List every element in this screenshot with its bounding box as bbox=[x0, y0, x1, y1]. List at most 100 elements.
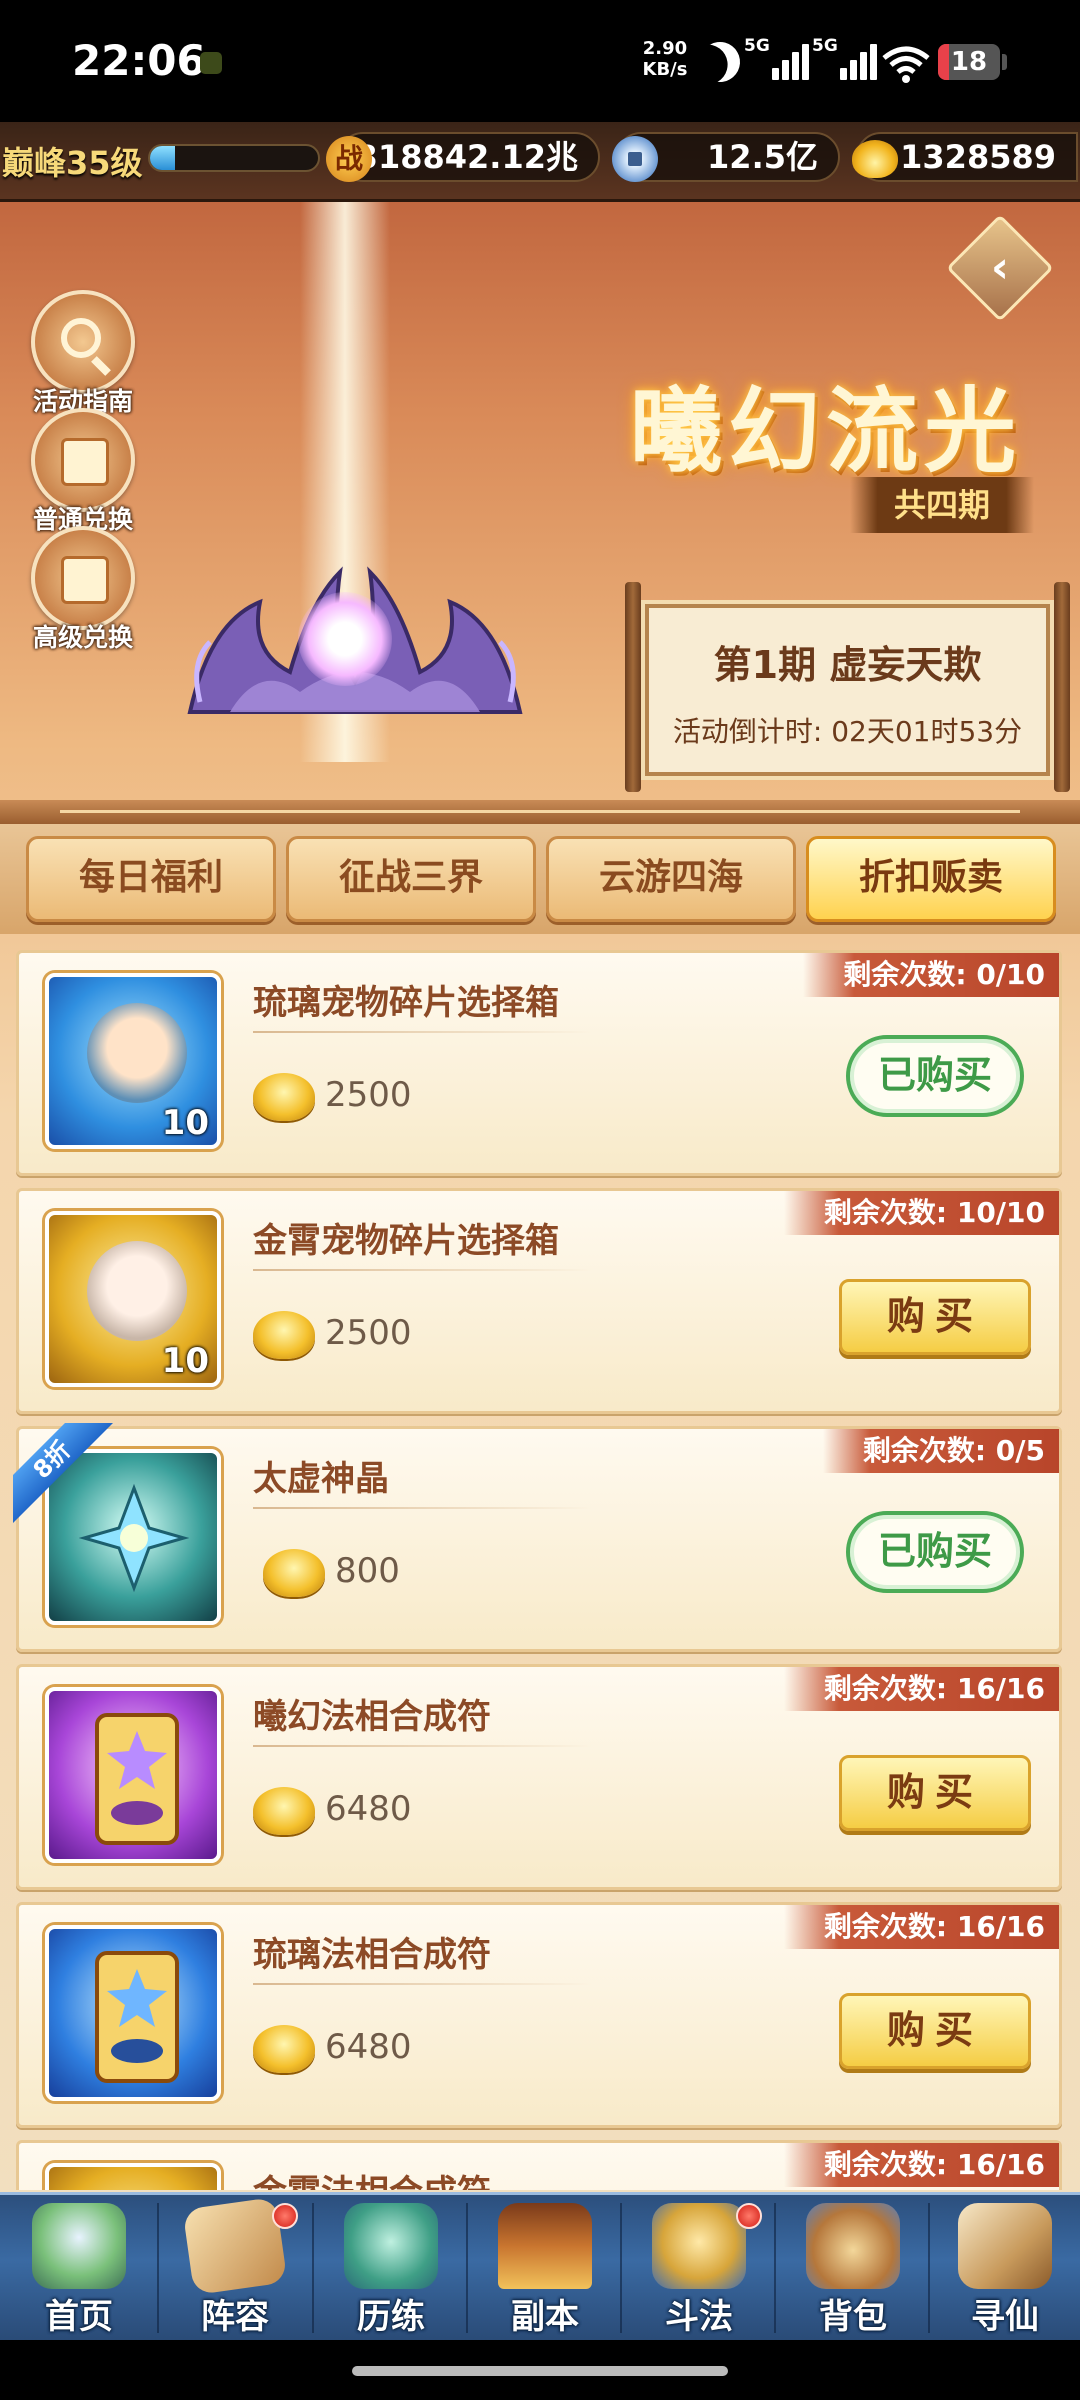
purchased-button: 已购买 bbox=[846, 1511, 1024, 1593]
discount-label: 8折 bbox=[13, 1423, 113, 1523]
event-countdown: 活动倒计时: 02天01时53分 bbox=[672, 715, 1023, 748]
item-name: 太虚神晶 bbox=[253, 1459, 389, 1499]
gold-ingot-icon bbox=[253, 1787, 315, 1835]
event-scene: 巅峰35级 318842.12兆 战 12.5亿 1328589 ‹ 活动指南 … bbox=[0, 122, 1080, 2192]
shop-item-glazed-talisman: 琉璃法相合成符 6480 剩余次数: 16/16 购买 bbox=[16, 1902, 1062, 2128]
remaining-purchases: 剩余次数: 16/16 bbox=[783, 1905, 1059, 1949]
bag-icon bbox=[806, 2203, 900, 2289]
network-speed-value: 2.90 bbox=[642, 38, 688, 59]
nav-dungeon-label: 副本 bbox=[511, 2297, 579, 2337]
home-indicator[interactable] bbox=[352, 2366, 728, 2376]
item-name: 金霄宠物碎片选择箱 bbox=[253, 1221, 559, 1261]
nav-lineup[interactable]: 阵容 bbox=[160, 2195, 310, 2343]
nav-bag-label: 背包 bbox=[819, 2297, 887, 2337]
gold-ingot-icon bbox=[263, 1549, 325, 1597]
nav-lineup-label: 阵容 bbox=[201, 2297, 269, 2337]
shop-item-glazed-pet-box: 10 琉璃宠物碎片选择箱 2500 剩余次数: 0/10 已购买 bbox=[16, 950, 1062, 1176]
back-button[interactable]: ‹ bbox=[946, 214, 1054, 322]
nav-training-label: 历练 bbox=[357, 2297, 425, 2337]
network-speed: 2.90 KB/s bbox=[640, 38, 690, 80]
item-price: 2500 bbox=[325, 1313, 412, 1353]
shop-item-golden-talisman: 金霄法相合成符 剩余次数: 16/16 bbox=[16, 2140, 1062, 2190]
gift-icon bbox=[61, 556, 109, 604]
remaining-purchases: 剩余次数: 0/5 bbox=[822, 1429, 1059, 1473]
power-value: 318842.12兆 bbox=[355, 138, 578, 176]
bottom-navigation: 首页 阵容 历练 副本 斗法 背包 寻仙 bbox=[0, 2192, 1080, 2340]
tab-discount-sale[interactable]: 折扣贩卖 bbox=[806, 836, 1056, 922]
glowing-orb bbox=[298, 592, 392, 686]
battle-crest-icon bbox=[652, 2203, 746, 2289]
power-display: 318842.12兆 bbox=[338, 132, 600, 182]
nav-home[interactable]: 首页 bbox=[4, 2195, 154, 2343]
nav-training[interactable]: 历练 bbox=[316, 2195, 466, 2343]
remaining-purchases: 剩余次数: 0/10 bbox=[803, 953, 1059, 997]
signal-2-icon: 5G bbox=[812, 36, 877, 84]
advanced-exchange-label: 高级兑换 bbox=[32, 623, 133, 652]
signal-1-icon: 5G bbox=[744, 36, 809, 84]
advanced-exchange-button[interactable]: 高级兑换 bbox=[28, 526, 138, 654]
home-mountain-icon bbox=[32, 2203, 126, 2289]
copper-coin-icon bbox=[612, 136, 658, 182]
item-count: 10 bbox=[161, 1103, 209, 1143]
buy-button[interactable]: 购买 bbox=[839, 1279, 1031, 1355]
item-price: 800 bbox=[335, 1551, 400, 1591]
notification-dot-icon bbox=[200, 52, 222, 74]
event-tabs: 每日福利 征战三界 云游四海 折扣贩卖 bbox=[0, 824, 1080, 934]
gold-ingot-icon bbox=[253, 2025, 315, 2073]
box-icon bbox=[61, 438, 109, 486]
network-speed-unit: KB/s bbox=[642, 59, 688, 80]
event-period-count: 共四期 bbox=[850, 477, 1034, 533]
game-screen: 22:06 2.90 KB/s 5G 5G 18 巅峰35级 318842.12… bbox=[0, 0, 1080, 2400]
do-not-disturb-moon-icon bbox=[693, 35, 748, 90]
nav-dungeon[interactable]: 副本 bbox=[470, 2195, 620, 2343]
signal-1-label: 5G bbox=[744, 36, 770, 56]
remaining-purchases: 剩余次数: 16/16 bbox=[783, 2143, 1059, 2187]
activity-guide-button[interactable]: 活动指南 bbox=[28, 290, 138, 418]
buy-button[interactable]: 购买 bbox=[839, 1755, 1031, 1831]
shop-item-radiant-talisman: 曦幻法相合成符 6480 剩余次数: 16/16 购买 bbox=[16, 1664, 1062, 1890]
shop-item-list[interactable]: 10 琉璃宠物碎片选择箱 2500 剩余次数: 0/10 已购买 10 金霄宠物… bbox=[0, 950, 1080, 2190]
item-price: 6480 bbox=[325, 2027, 412, 2067]
discount-badge: 8折 bbox=[13, 1423, 113, 1523]
item-count: 10 bbox=[161, 1341, 209, 1381]
remaining-purchases: 剩余次数: 16/16 bbox=[783, 1667, 1059, 1711]
event-phase-title: 第1期 虚妄天欺 bbox=[713, 643, 982, 687]
tab-conquer-realms[interactable]: 征战三界 bbox=[286, 836, 536, 922]
coin-value: 12.5亿 bbox=[707, 138, 818, 176]
nav-seek-immortal-label: 寻仙 bbox=[971, 2297, 1039, 2337]
status-time: 22:06 bbox=[72, 36, 206, 85]
ingot-value: 1328589 bbox=[900, 138, 1056, 176]
lineup-badge bbox=[272, 2203, 298, 2229]
nav-battle-label: 斗法 bbox=[665, 2297, 733, 2337]
signal-2-label: 5G bbox=[812, 36, 838, 56]
training-turtle-icon bbox=[344, 2203, 438, 2289]
item-price: 2500 bbox=[325, 1075, 412, 1115]
item-name: 金霄法相合成符 bbox=[253, 2165, 491, 2190]
player-level: 巅峰35级 bbox=[2, 144, 143, 182]
item-name: 琉璃宠物碎片选择箱 bbox=[253, 983, 559, 1023]
dungeon-gate-icon bbox=[498, 2203, 592, 2289]
battery-level: 18 bbox=[950, 47, 988, 77]
event-title: 曦幻流光 bbox=[630, 378, 1023, 485]
resource-bar: 巅峰35级 318842.12兆 战 12.5亿 1328589 bbox=[0, 122, 1080, 202]
shop-item-void-crystal: 8折 太虚神晶 800 剩余次数: 0/5 已购买 bbox=[13, 1423, 1062, 1652]
gold-ingot-icon bbox=[852, 140, 898, 178]
purchased-button: 已购买 bbox=[846, 1035, 1024, 1117]
glazed-pet-box-icon: 10 bbox=[45, 973, 221, 1149]
nav-seek-immortal[interactable]: 寻仙 bbox=[930, 2195, 1080, 2343]
buy-button[interactable]: 购买 bbox=[839, 1993, 1031, 2069]
battery-icon: 18 bbox=[938, 44, 1000, 80]
glazed-talisman-icon bbox=[45, 1925, 221, 2101]
nav-bag[interactable]: 背包 bbox=[778, 2195, 928, 2343]
tab-wander-seas[interactable]: 云游四海 bbox=[546, 836, 796, 922]
event-phase-panel: 第1期 虚妄天欺 活动倒计时: 02天01时53分 bbox=[625, 582, 1070, 792]
normal-exchange-button[interactable]: 普通兑换 bbox=[28, 408, 138, 536]
remaining-purchases: 剩余次数: 10/10 bbox=[783, 1191, 1059, 1235]
battle-badge bbox=[736, 2203, 762, 2229]
back-arrow-icon: ‹ bbox=[990, 242, 1010, 293]
nav-battle[interactable]: 斗法 bbox=[624, 2195, 774, 2343]
level-progress-bar bbox=[148, 144, 320, 172]
magnifier-icon bbox=[61, 318, 101, 358]
wifi-icon bbox=[882, 46, 930, 83]
tab-daily-welfare[interactable]: 每日福利 bbox=[26, 836, 276, 922]
